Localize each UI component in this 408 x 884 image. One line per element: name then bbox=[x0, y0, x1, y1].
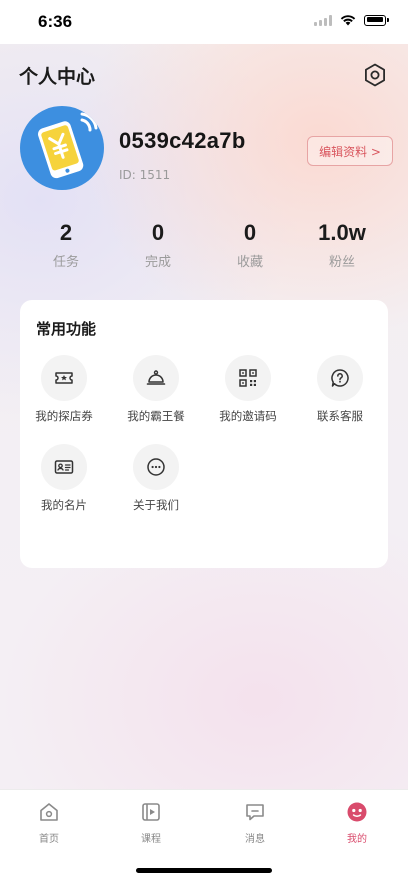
feature-label: 我的霸王餐 bbox=[127, 409, 185, 423]
tab-courses[interactable]: 课程 bbox=[121, 800, 181, 845]
stat-value: 2 bbox=[59, 220, 73, 245]
feature-label: 我的邀请码 bbox=[219, 409, 277, 423]
message-icon bbox=[246, 804, 264, 821]
tab-messages[interactable]: 消息 bbox=[225, 800, 285, 845]
feature-invite-code[interactable]: 我的邀请码 bbox=[204, 355, 292, 424]
feature-icon-circle bbox=[225, 355, 271, 401]
home-indicator bbox=[136, 868, 272, 873]
coupon-icon bbox=[55, 372, 73, 384]
feature-icon-circle bbox=[133, 444, 179, 490]
wifi-icon bbox=[340, 15, 356, 26]
feature-my-coupons[interactable]: 我的探店券 bbox=[20, 355, 108, 424]
feature-label: 联系客服 bbox=[317, 409, 363, 423]
settings-button[interactable] bbox=[362, 62, 388, 88]
feature-about-us[interactable]: 关于我们 bbox=[112, 444, 200, 513]
tab-label: 我的 bbox=[347, 834, 367, 845]
settings-hexagon-icon bbox=[365, 63, 386, 87]
feature-label: 我的探店券 bbox=[35, 409, 93, 423]
feature-customer-service[interactable]: 联系客服 bbox=[296, 355, 384, 424]
page-title: 个人中心 bbox=[19, 66, 96, 88]
status-icons bbox=[314, 14, 389, 26]
card-icon bbox=[54, 460, 74, 474]
chat-dots-icon bbox=[147, 458, 165, 476]
stat-value: 1.0w bbox=[318, 220, 366, 245]
feature-icon-circle bbox=[317, 355, 363, 401]
battery-icon bbox=[364, 14, 389, 26]
edit-profile-button[interactable]: 编辑资料 > bbox=[307, 136, 393, 166]
stat-label: 粉丝 bbox=[328, 255, 355, 270]
stat-favorites[interactable]: 0 收藏 bbox=[210, 220, 290, 270]
stat-tasks[interactable]: 2 任务 bbox=[26, 220, 106, 270]
dish-cover-icon bbox=[146, 370, 166, 385]
status-time: 6:36 bbox=[38, 12, 73, 31]
phone-yuan-avatar-icon bbox=[38, 112, 98, 179]
features-title: 常用功能 bbox=[36, 320, 97, 338]
feature-icon-circle bbox=[133, 355, 179, 401]
stat-fans[interactable]: 1.0w 粉丝 bbox=[302, 220, 382, 270]
stat-label: 完成 bbox=[144, 255, 171, 270]
user-id: ID: 1511 bbox=[119, 168, 171, 182]
tab-label: 课程 bbox=[141, 834, 161, 845]
tab-label: 首页 bbox=[39, 834, 59, 845]
tab-home[interactable]: 首页 bbox=[19, 800, 79, 845]
profile-face-icon bbox=[347, 802, 367, 822]
stat-value: 0 bbox=[243, 220, 257, 245]
tab-label: 消息 bbox=[245, 834, 265, 845]
home-icon bbox=[40, 803, 58, 821]
stat-label: 收藏 bbox=[236, 255, 263, 270]
signal-icon bbox=[314, 14, 332, 26]
features-card: 常用功能 我的探店券 我的霸王餐 我的邀请码 联系客服 我的名片 关于我们 bbox=[20, 300, 388, 568]
tab-mine[interactable]: 我的 bbox=[327, 800, 387, 845]
feature-label: 我的名片 bbox=[41, 498, 87, 512]
status-bar: 6:36 bbox=[0, 0, 408, 44]
stat-value: 0 bbox=[151, 220, 165, 245]
stat-completed[interactable]: 0 完成 bbox=[118, 220, 198, 270]
help-icon bbox=[331, 369, 349, 387]
feature-label: 关于我们 bbox=[133, 498, 179, 512]
course-icon bbox=[142, 803, 160, 821]
qr-code-icon bbox=[239, 369, 257, 387]
feature-my-card[interactable]: 我的名片 bbox=[20, 444, 108, 513]
avatar[interactable] bbox=[20, 106, 104, 190]
feature-free-meal[interactable]: 我的霸王餐 bbox=[112, 355, 200, 424]
stat-label: 任务 bbox=[52, 255, 79, 270]
feature-icon-circle bbox=[41, 444, 87, 490]
feature-icon-circle bbox=[41, 355, 87, 401]
username: 0539c42a7b bbox=[119, 128, 246, 153]
